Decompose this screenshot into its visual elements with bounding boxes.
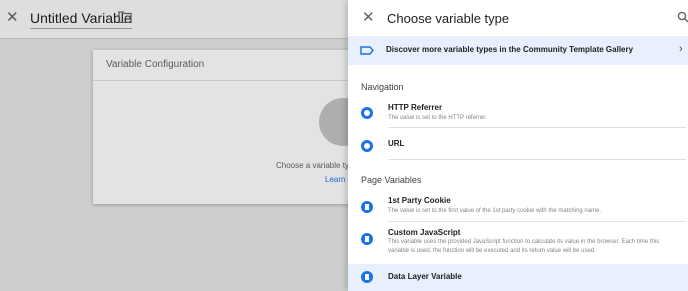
close-icon[interactable]: ✕ xyxy=(362,9,375,27)
label-icon xyxy=(360,46,374,55)
item-title: 1st Party Cookie xyxy=(388,196,451,205)
globe-icon xyxy=(361,107,373,119)
list-item-data-layer-variable[interactable]: Data Layer Variable xyxy=(348,264,688,291)
section-page-variables: Page Variables xyxy=(361,175,422,185)
list-item-1st-party-cookie[interactable]: 1st Party Cookie The value is set to the… xyxy=(348,194,688,222)
item-title: HTTP Referrer xyxy=(388,103,443,112)
divider xyxy=(388,127,686,128)
community-gallery-link[interactable]: Discover more variable types in the Comm… xyxy=(348,36,688,65)
item-description: The value is set to the first value of t… xyxy=(388,208,602,214)
document-icon xyxy=(361,201,373,213)
document-icon xyxy=(361,233,373,245)
dim-overlay xyxy=(0,0,348,291)
globe-icon xyxy=(361,140,373,152)
community-gallery-text: Discover more variable types in the Comm… xyxy=(386,45,634,54)
section-navigation: Navigation xyxy=(361,82,404,92)
divider xyxy=(388,221,686,222)
document-icon xyxy=(361,271,373,283)
list-item-url[interactable]: URL xyxy=(348,132,688,160)
choose-variable-type-panel: ✕ Choose variable type Discover more var… xyxy=(348,0,688,291)
item-title: URL xyxy=(388,139,405,148)
item-title: Custom JavaScript xyxy=(388,228,461,237)
list-item-custom-javascript[interactable]: Custom JavaScript This variable uses the… xyxy=(348,226,688,262)
search-icon[interactable] xyxy=(677,11,688,23)
item-title: Data Layer Variable xyxy=(388,272,462,281)
list-item-http-referrer[interactable]: HTTP Referrer The value is set to the HT… xyxy=(348,100,688,128)
item-description: The value is set to the HTTP referrer. xyxy=(388,115,487,121)
chevron-right-icon: › xyxy=(679,43,683,55)
divider xyxy=(388,159,686,160)
panel-title: Choose variable type xyxy=(387,11,510,26)
item-description: This variable uses the provided JavaScri… xyxy=(388,239,660,254)
